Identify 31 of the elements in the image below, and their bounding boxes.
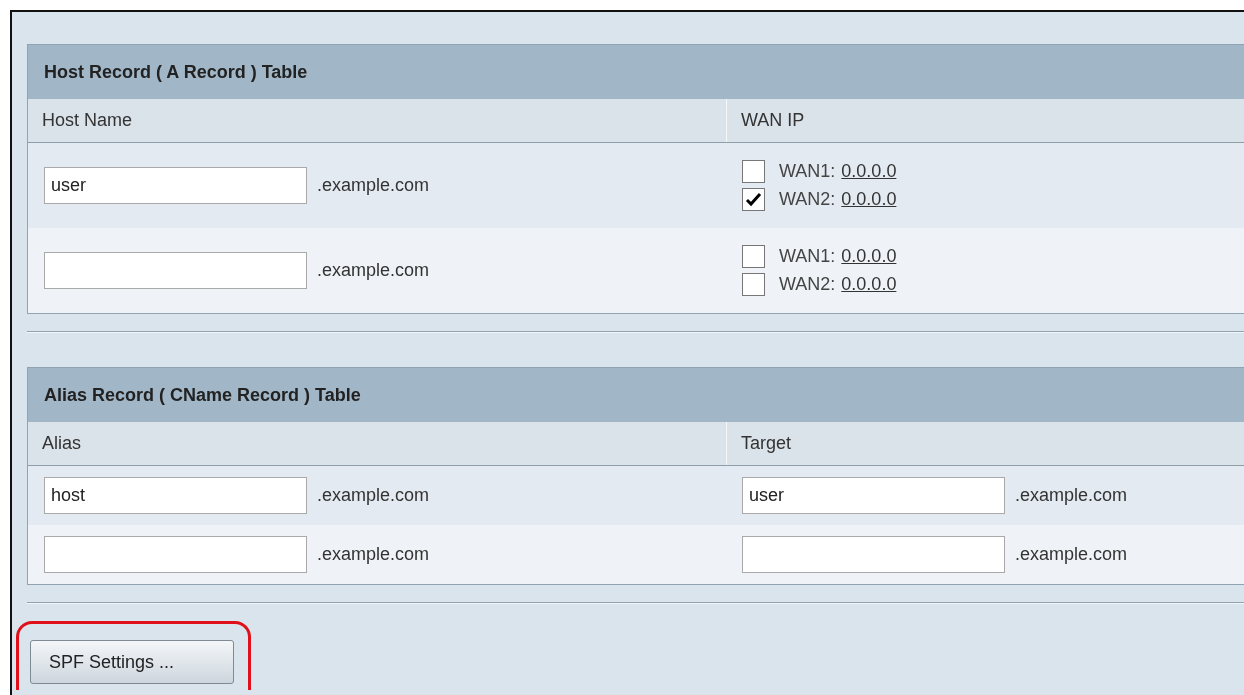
column-header: Host Name [41, 109, 134, 132]
text-field[interactable] [742, 536, 1005, 573]
ip-address: 0.0.0.0 [841, 161, 897, 182]
domain-suffix: .example.com [317, 544, 430, 565]
checkbox[interactable] [742, 160, 765, 183]
ip-address: 0.0.0.0 [841, 274, 897, 295]
wan-label: WAN1: [779, 161, 836, 182]
text-field[interactable] [44, 252, 307, 289]
domain-suffix: .example.com [317, 260, 430, 281]
wan-label: WAN2: [779, 274, 836, 295]
text-field[interactable]: host [44, 477, 307, 514]
ip-address: 0.0.0.0 [841, 189, 897, 210]
column-header: WAN IP [726, 99, 1244, 142]
text-field[interactable]: user [742, 477, 1005, 514]
checkbox[interactable] [742, 188, 765, 211]
table-title: Alias Record ( CName Record ) Table [28, 367, 1244, 422]
checkbox[interactable] [742, 273, 765, 296]
checkbox[interactable] [742, 245, 765, 268]
ip-address: 0.0.0.0 [841, 246, 897, 267]
wan-label: WAN2: [779, 189, 836, 210]
text-field[interactable]: user [44, 167, 307, 204]
text-field[interactable] [44, 536, 307, 573]
wan-label: WAN1: [779, 246, 836, 267]
column-header: Alias [41, 432, 82, 455]
column-header: Target [726, 422, 1244, 465]
domain-suffix: .example.com [1015, 485, 1128, 506]
domain-suffix: .example.com [1015, 544, 1128, 565]
domain-suffix: .example.com [317, 485, 430, 506]
table-title: Host Record ( A Record ) Table [28, 44, 1244, 99]
spf-settings-button[interactable]: SPF Settings ... [30, 640, 234, 684]
domain-suffix: .example.com [317, 175, 430, 196]
